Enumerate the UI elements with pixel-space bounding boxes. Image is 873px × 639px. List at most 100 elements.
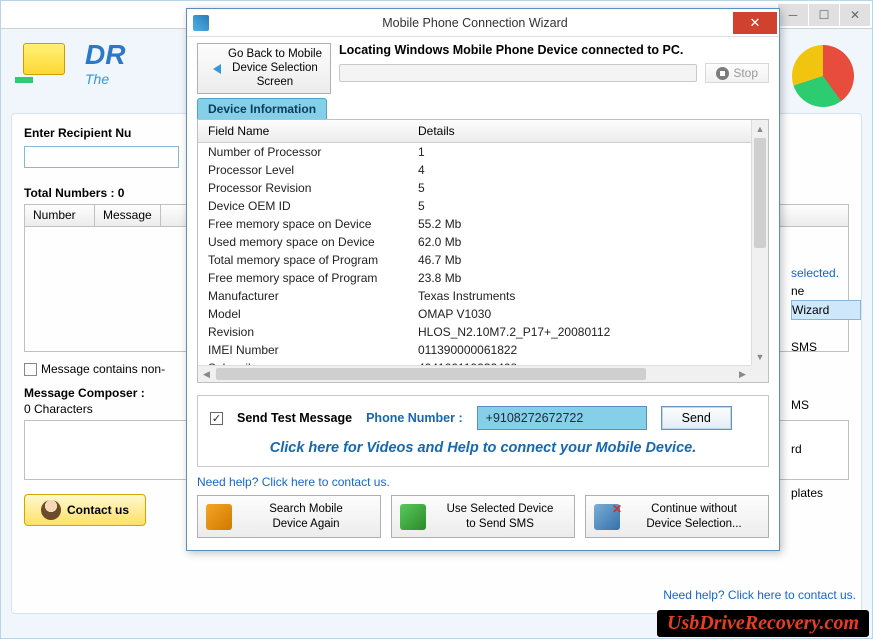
send-button[interactable]: Send	[661, 406, 732, 430]
use-device-icon	[400, 504, 426, 530]
minimize-icon[interactable]: ─	[778, 4, 808, 26]
stop-button[interactable]: Stop	[705, 63, 769, 83]
stop-label: Stop	[733, 66, 758, 80]
details-cell: 46.7 Mb	[408, 251, 751, 269]
use-selected-device-button[interactable]: Use Selected Device to Send SMS	[391, 495, 575, 538]
table-row: RevisionHLOS_N2.10M7.2_P17+_20080112	[198, 323, 751, 341]
continue-without-label: Continue without Device Selection...	[628, 502, 760, 531]
details-cell: Texas Instruments	[408, 287, 751, 305]
search-device-button[interactable]: Search Mobile Device Again	[197, 495, 381, 538]
field-name-cell: Processor Level	[198, 161, 408, 179]
need-help-link[interactable]: Need help? Click here to contact us.	[197, 475, 769, 489]
table-row: ModelOMAP V1030	[198, 305, 751, 323]
message-contains-label: Message contains non-	[41, 362, 165, 376]
th-number: Number	[25, 205, 95, 226]
field-name-cell: Free memory space of Program	[198, 269, 408, 287]
th-field-name: Field Name	[198, 120, 408, 143]
locating-label: Locating Windows Mobile Phone Device con…	[339, 43, 769, 57]
scrollbar-corner	[751, 365, 768, 382]
th-details: Details	[408, 120, 751, 143]
go-back-button[interactable]: Go Back to Mobile Device Selection Scree…	[197, 43, 331, 94]
table-row: Free memory space of Program23.8 Mb	[198, 269, 751, 287]
search-device-icon	[206, 504, 232, 530]
connection-wizard-dialog: Mobile Phone Connection Wizard ✕ Go Back…	[186, 8, 780, 551]
device-info-table: Field Name Details Number of Processor1P…	[198, 120, 751, 377]
contact-us-label: Contact us	[67, 503, 129, 517]
device-info-panel: Field Name Details Number of Processor1P…	[197, 119, 769, 383]
frag-ne: ne	[791, 282, 861, 300]
field-name-cell: Model	[198, 305, 408, 323]
frag-sms: SMS	[791, 338, 861, 356]
videos-help-link[interactable]: Click here for Videos and Help to connec…	[210, 440, 756, 456]
table-row: Processor Revision5	[198, 179, 751, 197]
table-row: Processor Level4	[198, 161, 751, 179]
field-name-cell: Manufacturer	[198, 287, 408, 305]
details-cell: 011390000061822	[408, 341, 751, 359]
details-cell: 5	[408, 197, 751, 215]
modal-close-button[interactable]: ✕	[733, 12, 777, 34]
send-test-panel: ✓ Send Test Message Phone Number : Send …	[197, 395, 769, 467]
pie-chart-icon	[792, 45, 854, 107]
frag-plates: plates	[791, 484, 861, 502]
frag-selected: selected.	[791, 264, 861, 282]
vertical-scrollbar[interactable]: ▲ ▼	[751, 120, 768, 365]
field-name-cell: Processor Revision	[198, 179, 408, 197]
details-cell: HLOS_N2.10M7.2_P17+_20080112	[408, 323, 751, 341]
envelope-icon	[15, 39, 73, 87]
watermark: UsbDriveRecovery.com	[657, 610, 869, 637]
table-row: Number of Processor1	[198, 143, 751, 162]
use-device-label: Use Selected Device to Send SMS	[434, 502, 566, 531]
scroll-left-icon[interactable]: ◀	[198, 366, 215, 382]
contact-us-button[interactable]: Contact us	[24, 494, 146, 526]
table-row: Total memory space of Program46.7 Mb	[198, 251, 751, 269]
progress-bar	[339, 64, 697, 82]
brand-text: DR	[85, 39, 125, 71]
right-fragments: selected. ne Wizard SMS MS rd plates	[791, 264, 861, 502]
field-name-cell: Revision	[198, 323, 408, 341]
close-icon[interactable]: ✕	[840, 4, 870, 26]
field-name-cell: Number of Processor	[198, 143, 408, 162]
details-cell: 62.0 Mb	[408, 233, 751, 251]
field-name-cell: Used memory space on Device	[198, 233, 408, 251]
modal-title-icon	[193, 15, 209, 31]
modal-titlebar: Mobile Phone Connection Wizard ✕	[187, 9, 779, 37]
scroll-down-icon[interactable]: ▼	[752, 348, 768, 365]
details-cell: 55.2 Mb	[408, 215, 751, 233]
field-name-cell: Free memory space on Device	[198, 215, 408, 233]
search-device-label: Search Mobile Device Again	[240, 502, 372, 531]
stop-icon	[716, 67, 729, 80]
continue-without-button[interactable]: Continue without Device Selection...	[585, 495, 769, 538]
go-back-label: Go Back to Mobile Device Selection Scree…	[228, 48, 322, 89]
device-info-tab[interactable]: Device Information	[197, 98, 327, 119]
bg-need-help-link[interactable]: Need help? Click here to contact us.	[663, 588, 856, 602]
scroll-right-icon[interactable]: ▶	[734, 366, 751, 382]
phone-number-input[interactable]	[477, 406, 647, 430]
table-row: IMEI Number011390000061822	[198, 341, 751, 359]
maximize-icon[interactable]: ☐	[809, 4, 839, 26]
send-test-label: Send Test Message	[237, 411, 352, 425]
frag-wizard: Wizard	[791, 300, 861, 320]
frag-rd: rd	[791, 440, 861, 458]
continue-without-icon	[594, 504, 620, 530]
field-name-cell: Device OEM ID	[198, 197, 408, 215]
field-name-cell: Total memory space of Program	[198, 251, 408, 269]
frag-ms: MS	[791, 396, 861, 414]
details-cell: 4	[408, 161, 751, 179]
horizontal-scrollbar[interactable]: ◀ ▶	[198, 365, 751, 382]
recipient-input[interactable]	[24, 146, 179, 168]
th-message: Message	[95, 205, 161, 226]
details-cell: 1	[408, 143, 751, 162]
table-row: Device OEM ID5	[198, 197, 751, 215]
message-contains-checkbox[interactable]	[24, 363, 37, 376]
field-name-cell: IMEI Number	[198, 341, 408, 359]
details-cell: 5	[408, 179, 751, 197]
modal-title: Mobile Phone Connection Wizard	[217, 16, 733, 30]
vscrollbar-thumb[interactable]	[754, 138, 766, 248]
phone-number-label: Phone Number :	[366, 411, 463, 425]
avatar-icon	[41, 500, 61, 520]
send-test-checkbox[interactable]: ✓	[210, 412, 223, 425]
brand-subtitle: The	[85, 71, 125, 87]
details-cell: OMAP V1030	[408, 305, 751, 323]
hscrollbar-thumb[interactable]	[216, 368, 646, 380]
scroll-up-icon[interactable]: ▲	[752, 120, 768, 137]
